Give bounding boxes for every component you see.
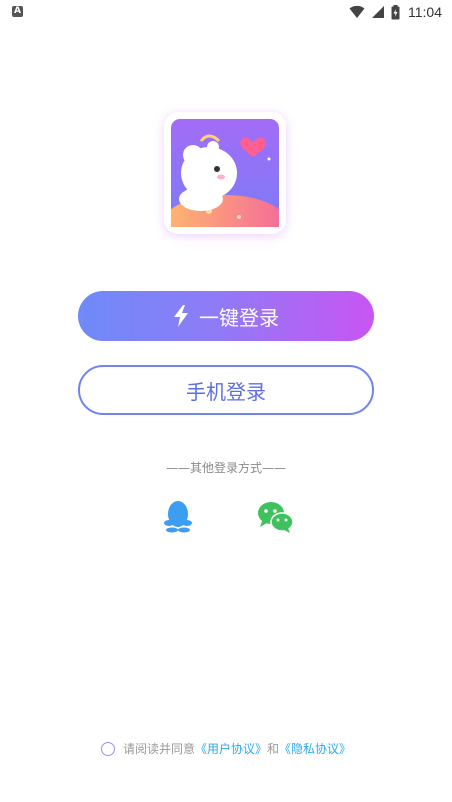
one-click-login-label: 一键登录 bbox=[199, 305, 279, 330]
agreement-prefix: 请阅读并同意 bbox=[122, 742, 195, 756]
status-icons: 11:04 bbox=[349, 2, 442, 22]
wechat-icon[interactable] bbox=[256, 500, 294, 534]
app-logo bbox=[164, 112, 286, 234]
status-time: 11:04 bbox=[408, 4, 442, 20]
lightning-icon bbox=[174, 305, 188, 327]
battery-charging-icon bbox=[391, 4, 400, 19]
one-click-login-button[interactable]: 一键登录 bbox=[78, 291, 374, 341]
a-letter-icon: A bbox=[12, 6, 23, 17]
user-agreement-link[interactable]: 《用户协议》 bbox=[195, 740, 267, 757]
other-login-methods-title: ——其他登录方式—— bbox=[165, 461, 286, 475]
phone-login-button[interactable]: 手机登录 bbox=[78, 365, 374, 415]
agreement-row: 请阅读并同意 《用户协议》 和 《隐私协议》 bbox=[0, 740, 452, 757]
qq-penguin-icon[interactable] bbox=[160, 498, 196, 534]
agreement-and: 和 bbox=[267, 742, 280, 756]
phone-login-label: 手机登录 bbox=[186, 379, 266, 404]
agree-checkbox[interactable] bbox=[100, 741, 115, 756]
signal-icon bbox=[372, 6, 384, 18]
privacy-agreement-link[interactable]: 《隐私协议》 bbox=[279, 740, 351, 757]
wifi-icon bbox=[349, 5, 365, 19]
status-bar: A 11:04 bbox=[0, 0, 452, 24]
